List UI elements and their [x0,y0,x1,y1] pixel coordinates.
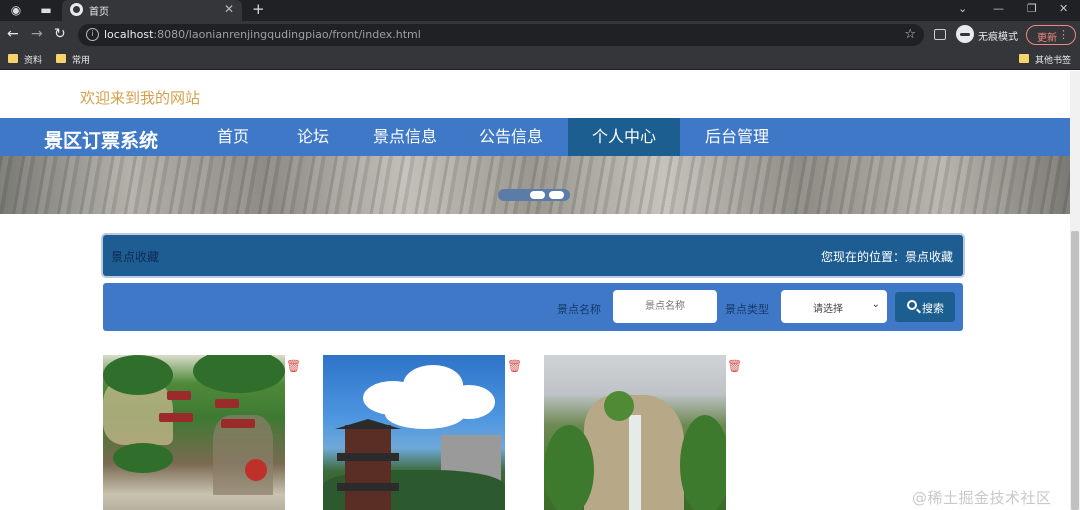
globe-icon [70,3,83,16]
image-detail [103,355,173,395]
browser-tab-active[interactable]: 首页 ✕ [62,0,242,21]
image-detail [245,459,267,481]
bookmark-item[interactable]: 资料 [24,53,42,66]
search-button[interactable]: 搜索 [895,292,955,322]
search-button-label: 搜索 [922,302,944,315]
url-text: localhost:8080/laonianrenjingqudingpiao/… [104,28,421,41]
carousel-dot[interactable] [530,191,545,199]
scrollbar-thumb[interactable] [1071,231,1079,510]
chevron-down-icon: ⌄ [871,299,880,310]
image-detail [345,425,391,510]
update-label: 更新 [1037,33,1057,44]
chevron-down-icon[interactable]: ⌄ [958,2,967,15]
new-tab-button[interactable]: + [252,0,265,18]
carousel-dot-active[interactable] [508,191,523,199]
minimize-button[interactable]: — [993,2,1004,15]
bookmark-item[interactable]: 常用 [72,53,90,66]
folder-icon [8,54,18,63]
folder-icon [1019,54,1029,63]
location-label: 您现在的位置： [820,250,905,264]
name-search-input[interactable] [613,290,717,323]
address-bar[interactable]: i localhost:8080/laonianrenjingqudingpia… [78,24,924,46]
nav-item-home[interactable]: 首页 [207,118,259,156]
close-window-button[interactable]: ✕ [1059,2,1068,15]
welcome-text: 欢迎来到我的网站 [80,89,201,107]
site-brand[interactable]: 景区订票系统 [44,126,158,153]
incognito-label: 无痕模式 [978,32,1018,43]
image-detail [337,483,399,491]
carousel-indicators [498,189,570,201]
page-viewport: 欢迎来到我的网站 景区订票系统 首页 论坛 景点信息 公告信息 个人中心 后台管… [0,71,1080,510]
nav-item-notices[interactable]: 公告信息 [471,118,551,156]
url-path: :8080/laonianrenjingqudingpiao/front/ind… [153,28,421,41]
attraction-card-image[interactable] [103,355,285,510]
attraction-card-image[interactable] [544,355,726,510]
reload-icon[interactable]: ↻ [54,26,66,42]
location-text: 您现在的位置：景点收藏 [821,248,953,265]
trash-icon[interactable]: 🗑 [507,359,522,373]
image-detail [167,391,191,400]
nav-item-forum[interactable]: 论坛 [287,118,339,156]
close-icon[interactable]: ✕ [224,2,234,16]
image-detail [385,399,465,429]
image-detail [680,415,726,510]
back-arrow-icon[interactable]: ← [7,26,19,42]
attraction-card-image[interactable] [323,355,505,510]
image-detail [629,415,641,510]
side-panel-icon[interactable] [934,29,946,40]
breadcrumb: 景点收藏 您现在的位置：景点收藏 [103,235,963,276]
image-detail [113,443,173,473]
search-icon [907,300,917,310]
watermark: @稀土掘金技术社区 [912,489,1052,507]
main-nav: 景区订票系统 首页 论坛 景点信息 公告信息 个人中心 后台管理 [0,118,1070,156]
update-button[interactable]: 更新 ⋮ [1026,25,1076,45]
globe-icon[interactable]: ◉ [8,3,24,17]
image-detail [159,413,193,422]
carousel-dot[interactable] [549,191,564,199]
image-detail [215,399,239,408]
location-current[interactable]: 景点收藏 [905,250,953,264]
trash-icon[interactable]: 🗑 [727,359,742,373]
nav-item-attractions[interactable]: 景点信息 [365,118,445,156]
image-detail [221,419,255,428]
type-select[interactable]: 请选择 ⌄ [781,290,887,323]
search-form: 景点名称 景点类型 请选择 ⌄ 搜索 [103,283,963,331]
nav-item-admin[interactable]: 后台管理 [697,118,777,156]
star-icon[interactable]: ☆ [904,27,916,42]
section-title: 景点收藏 [111,250,160,264]
folder-icon [56,54,66,63]
more-menu-icon: ⋮ [1058,28,1069,41]
incognito-icon[interactable] [956,25,974,43]
url-host: localhost [104,28,154,41]
tab-title: 首页 [89,7,109,18]
window-icon[interactable]: ▬ [38,3,54,17]
type-label: 景点类型 [725,303,769,316]
page-scrollbar[interactable] [1070,71,1080,510]
image-detail [337,453,399,461]
restore-button[interactable]: ❐ [1027,2,1037,15]
name-label: 景点名称 [557,303,601,316]
trash-icon[interactable]: 🗑 [286,359,301,373]
other-bookmarks[interactable]: 其他书签 [1035,53,1071,66]
browser-tab-strip: ◉ ▬ 首页 ✕ + ⌄ — ❐ ✕ [0,0,1080,21]
image-detail [604,391,634,421]
browser-toolbar: ← → ↻ i localhost:8080/laonianrenjingqud… [0,21,1080,49]
type-select-value: 请选择 [813,304,843,315]
nav-item-personal-center[interactable]: 个人中心 [568,118,680,156]
banner-carousel [0,156,1070,214]
forward-arrow-icon[interactable]: → [31,26,43,42]
bookmarks-bar: 资料 常用 其他书签 [0,49,1080,70]
image-detail [544,425,594,510]
image-detail [193,355,285,393]
info-icon[interactable]: i [86,28,99,41]
